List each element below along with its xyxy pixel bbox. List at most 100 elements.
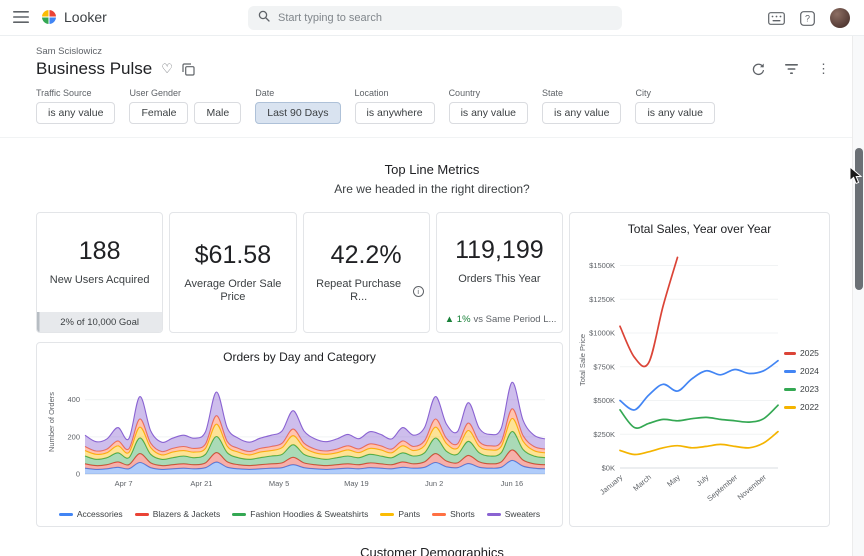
filter-label: State — [542, 88, 564, 98]
svg-text:July: July — [694, 472, 710, 488]
svg-text:$1250K: $1250K — [589, 295, 615, 304]
page-title: Business Pulse — [36, 59, 153, 78]
top-bar: Looker ? — [0, 0, 864, 36]
svg-text:May: May — [665, 472, 682, 488]
kpi-label: Average Order Sale Price — [184, 277, 282, 303]
legend-item-2023[interactable]: 2023 — [784, 384, 819, 394]
kpi-value: $61.58 — [194, 240, 272, 269]
filter-state-value[interactable]: is any value — [542, 102, 622, 124]
svg-text:0: 0 — [76, 470, 80, 479]
legend-label: Shorts — [450, 509, 475, 519]
search-input[interactable] — [278, 12, 612, 24]
svg-text:Number of Orders: Number of Orders — [47, 392, 56, 452]
legend-label: Sweaters — [504, 509, 541, 519]
svg-text:$500K: $500K — [593, 396, 615, 405]
delta-suffix: vs Same Period L... — [473, 313, 557, 325]
legend-item-2025[interactable]: 2025 — [784, 348, 819, 358]
refresh-icon[interactable] — [751, 62, 766, 77]
legend-item-hoodies[interactable]: Fashion Hoodies & Sweatshirts — [232, 509, 368, 519]
legend-swatch — [784, 405, 796, 409]
sales-legend: 2025 2024 2023 2022 — [784, 348, 819, 412]
legend-swatch — [486, 512, 501, 516]
legend-label: Accessories — [76, 509, 123, 519]
kpi-label: Orders This Year — [458, 273, 541, 286]
kpi-value: 188 — [78, 237, 121, 266]
svg-text:Total Sale Price: Total Sale Price — [578, 334, 587, 386]
legend-swatch — [784, 369, 796, 373]
scrollbar-track[interactable] — [852, 36, 864, 556]
dashboard-actions: ⋮ — [751, 61, 830, 77]
filter-location: Location is anywhere — [354, 88, 435, 124]
kpi-value: 119,199 — [455, 236, 544, 265]
filter-gender-female[interactable]: Female — [129, 102, 189, 124]
legend-swatch — [58, 512, 73, 516]
legend-item-pants[interactable]: Pants — [380, 509, 420, 519]
svg-text:?: ? — [805, 13, 810, 23]
filter-location-value[interactable]: is anywhere — [354, 102, 435, 124]
right-column: Total Sales, Year over Year $0K $250K $500… — [569, 212, 830, 527]
legend-label: Blazers & Jackets — [152, 509, 221, 519]
legend-item-2022[interactable]: 2022 — [784, 402, 819, 412]
orders-by-day-chart[interactable]: 0 200 400 Number of Orders Apr 7 Apr 21 May 5 M… — [45, 366, 553, 498]
legend-label: Fashion Hoodies & Sweatshirts — [250, 509, 369, 519]
info-icon[interactable]: i — [412, 285, 424, 297]
legend-label: 2022 — [800, 402, 819, 412]
orders-legend: Accessories Blazers & Jackets Fashion Ho… — [45, 509, 554, 521]
legend-item-2024[interactable]: 2024 — [784, 366, 819, 376]
svg-text:Jun 16: Jun 16 — [501, 479, 524, 488]
svg-text:May 5: May 5 — [269, 479, 289, 488]
legend-label: Pants — [398, 509, 421, 519]
svg-text:Apr 21: Apr 21 — [190, 479, 212, 488]
legend-item-accessories[interactable]: Accessories — [58, 509, 123, 519]
filter-label: Country — [448, 88, 481, 98]
kpi-avg-order-price: $61.58 Average Order Sale Price — [169, 212, 297, 333]
legend-item-sweaters[interactable]: Sweaters — [486, 509, 541, 519]
filter-city-value[interactable]: is any value — [635, 102, 715, 124]
svg-text:Apr 7: Apr 7 — [115, 479, 133, 488]
kpi-label: New Users Acquired — [49, 274, 150, 287]
svg-text:400: 400 — [67, 395, 80, 404]
kpi-label: Repeat Purchase R... — [316, 277, 402, 303]
filter-state: State is any value — [542, 88, 622, 124]
looker-logo[interactable]: Looker — [40, 8, 107, 26]
topbar-actions: ? — [768, 0, 850, 36]
user-avatar[interactable] — [830, 8, 850, 28]
filter-gender-male[interactable]: Male — [194, 102, 242, 124]
legend-swatch — [380, 512, 395, 516]
filter-traffic-source-value[interactable]: is any value — [36, 102, 116, 124]
total-sales-chart[interactable]: $0K $250K $500K $750K $1000K $1250K $1500K Tota… — [576, 244, 782, 516]
legend-item-blazers[interactable]: Blazers & Jackets — [134, 509, 221, 519]
kpi-value: 42.2% — [330, 240, 402, 269]
help-icon[interactable]: ? — [800, 10, 815, 26]
filter-bar: Traffic Source is any value User Gender … — [0, 79, 864, 138]
delta-up-badge: ▲ 1% — [444, 313, 471, 325]
legend-item-shorts[interactable]: Shorts — [432, 509, 475, 519]
section-title: Top Line Metrics — [384, 162, 480, 177]
dashboard-header: Sam Scislowicz Business Pulse ♡ ⋮ — [0, 36, 864, 79]
total-sales-card: Total Sales, Year over Year $0K $250K $500… — [569, 212, 830, 527]
keyboard-icon[interactable] — [768, 11, 785, 25]
filter-city: City is any value — [635, 88, 715, 124]
svg-text:200: 200 — [67, 432, 80, 441]
hamburger-menu-icon[interactable] — [13, 10, 29, 24]
orders-by-day-card: Orders by Day and Category 0 200 400 Number… — [36, 342, 563, 527]
filter-country-value[interactable]: is any value — [448, 102, 529, 124]
section-subtitle: Are we headed in the right direction? — [334, 182, 530, 196]
svg-text:November: November — [736, 472, 769, 501]
svg-text:$250K: $250K — [593, 430, 615, 439]
global-search[interactable] — [248, 6, 622, 30]
bottom-section-title: Customer Demographics — [360, 545, 504, 556]
copy-icon[interactable] — [182, 62, 195, 76]
filter-date-value[interactable]: Last 90 Days — [255, 102, 341, 124]
filter-label: City — [635, 88, 651, 98]
filter-label: Location — [354, 88, 389, 98]
chart-title: Total Sales, Year over Year — [627, 222, 772, 236]
scrollbar-thumb[interactable] — [855, 148, 863, 290]
filter-icon[interactable] — [784, 63, 799, 75]
more-options-icon[interactable]: ⋮ — [817, 61, 830, 77]
legend-swatch — [232, 512, 247, 516]
filter-label: Date — [255, 88, 275, 98]
kpi-new-users: 188 New Users Acquired 2% of 10,000 Goal — [36, 212, 164, 333]
favorite-heart-icon[interactable]: ♡ — [161, 61, 173, 77]
kpi-repeat-purchase: 42.2% Repeat Purchase R... i — [302, 212, 430, 333]
